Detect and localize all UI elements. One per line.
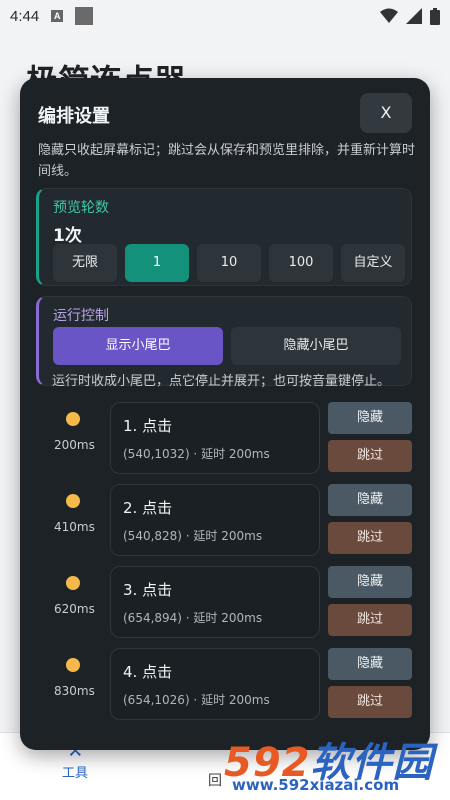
step-dot-icon [66,494,80,508]
show-tail-button[interactable]: 显示小尾巴 [53,327,223,365]
signal-icon [406,8,422,24]
dialog-title: 编排设置 [38,106,110,127]
step-skip-button[interactable]: 跳过 [328,604,412,636]
status-time: 4:44 [10,7,40,25]
close-button[interactable]: X [360,93,412,133]
step-card[interactable]: 4. 点击 (654,1026) · 延时 200ms [110,648,320,720]
step-delay: 830ms [54,684,95,698]
step-item: 830ms 4. 点击 (654,1026) · 延时 200ms 隐藏 跳过 [36,648,416,726]
step-item: 200ms 1. 点击 (540,1032) · 延时 200ms 隐藏 跳过 [36,402,416,480]
watermark-url: www.592xiazai.com [232,776,400,794]
step-dot-icon [66,412,80,426]
step-card[interactable]: 1. 点击 (540,1032) · 延时 200ms [110,402,320,474]
step-delay: 410ms [54,520,95,534]
notification-a-icon: A [51,10,64,22]
preview-rounds-card: 预览轮数 1次 无限 1 10 100 自定义 [36,188,412,286]
step-delay: 620ms [54,602,95,616]
step-hide-button[interactable]: 隐藏 [328,484,412,516]
notification-square-icon [75,7,94,25]
step-dot-icon [66,576,80,590]
step-skip-button[interactable]: 跳过 [328,686,412,718]
step-detail: (540,828) · 延时 200ms [123,529,263,543]
step-item: 410ms 2. 点击 (540,828) · 延时 200ms 隐藏 跳过 [36,484,416,562]
step-title: 4. 点击 [123,663,173,681]
rounds-infinite-button[interactable]: 无限 [53,244,117,282]
wifi-icon [380,8,398,23]
step-delay: 200ms [54,438,95,452]
rounds-custom-button[interactable]: 自定义 [341,244,405,282]
rounds-100-button[interactable]: 100 [269,244,333,282]
step-hide-button[interactable]: 隐藏 [328,402,412,434]
step-title: 1. 点击 [123,417,173,435]
preview-rounds-value: 1次 [53,226,82,246]
step-hide-button[interactable]: 隐藏 [328,648,412,680]
step-card[interactable]: 3. 点击 (654,894) · 延时 200ms [110,566,320,638]
run-control-label: 运行控制 [53,308,109,324]
step-detail: (654,1026) · 延时 200ms [123,693,270,707]
step-skip-button[interactable]: 跳过 [328,522,412,554]
watermark-logo: 592软件园 www.592xiazai.com [220,728,450,800]
rounds-10-button[interactable]: 10 [197,244,261,282]
run-control-hint: 运行时收成小尾巴，点它停止并展开；也可按音量键停止。 [52,374,391,389]
step-item: 620ms 3. 点击 (654,894) · 延时 200ms 隐藏 跳过 [36,566,416,644]
battery-icon [430,7,440,25]
step-dot-icon [66,658,80,672]
status-bar: 4:44 A [0,0,450,32]
dialog-description: 隐藏只收起屏幕标记；跳过会从保存和预览里排除，并重新计算时间线。 [38,143,416,179]
hide-tail-button[interactable]: 隐藏小尾巴 [231,327,401,365]
rounds-1-button[interactable]: 1 [125,244,189,282]
tab-tools-label: 工具 [61,766,88,781]
preview-rounds-label: 预览轮数 [53,200,109,216]
step-title: 2. 点击 [123,499,173,517]
step-detail: (654,894) · 延时 200ms [123,611,263,625]
step-skip-button[interactable]: 跳过 [328,440,412,472]
step-title: 3. 点击 [123,581,173,599]
step-card[interactable]: 2. 点击 (540,828) · 延时 200ms [110,484,320,556]
step-detail: (540,1032) · 延时 200ms [123,447,270,461]
step-hide-button[interactable]: 隐藏 [328,566,412,598]
arrange-settings-dialog: 编排设置 X 隐藏只收起屏幕标记；跳过会从保存和预览里排除，并重新计算时间线。 … [20,78,430,750]
